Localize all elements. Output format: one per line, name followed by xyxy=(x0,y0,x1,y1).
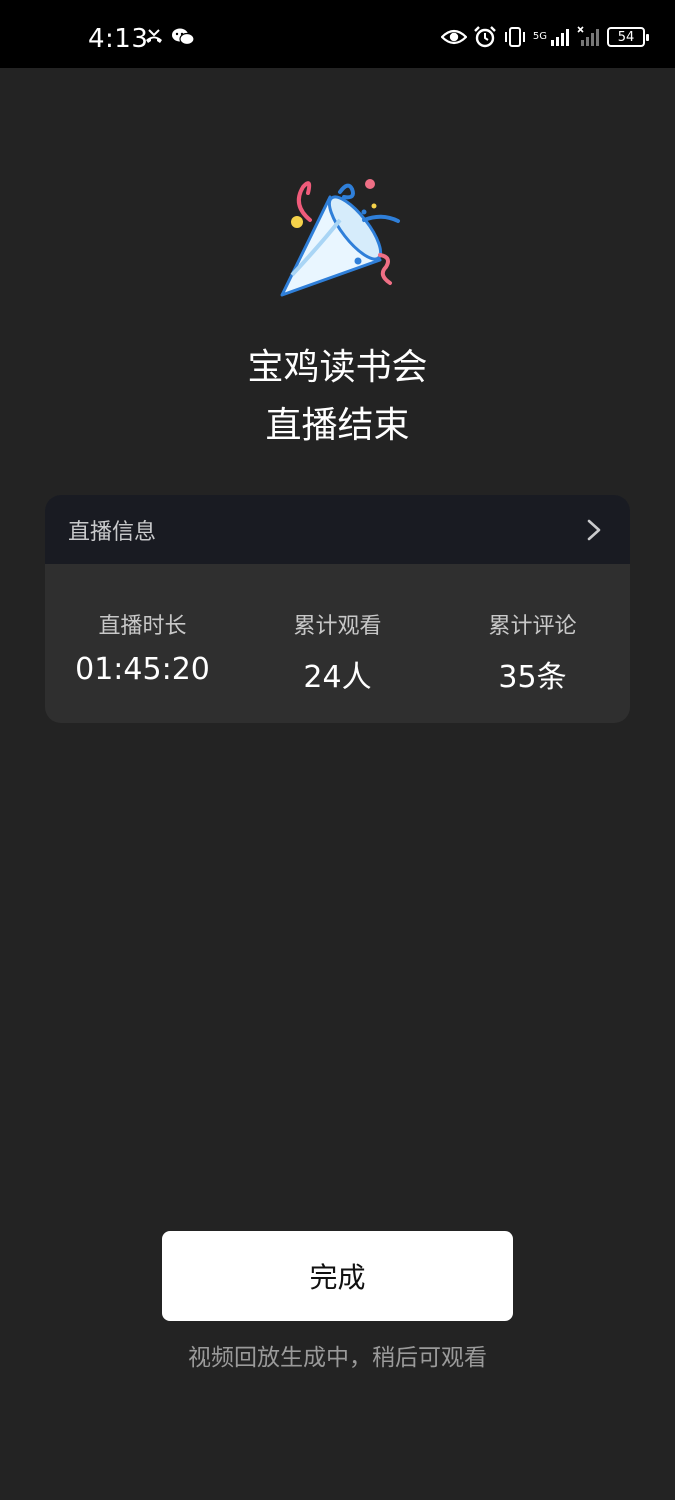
stat-value: 24人 xyxy=(303,660,372,695)
signal-5g-icon xyxy=(551,29,569,46)
stat-value: 01:45:20 xyxy=(75,652,210,687)
network-label: 5G xyxy=(532,31,547,42)
stat-label: 直播时长 xyxy=(98,614,187,639)
status-right-icons: 5G 54 xyxy=(440,26,649,48)
stat-viewers: 累计观看 24人 xyxy=(240,564,435,723)
live-info-header[interactable]: 直播信息 xyxy=(45,495,630,564)
chevron-right-icon xyxy=(587,519,601,540)
live-stats: 直播时长 01:45:20 累计观看 24人 累计评论 35条 xyxy=(45,564,630,723)
page-subtitle: 直播结束 xyxy=(265,405,410,446)
done-button[interactable]: 完成 xyxy=(162,1231,513,1321)
signal-icon xyxy=(577,26,599,46)
missed-call-icon xyxy=(146,29,162,43)
stat-duration: 直播时长 01:45:20 xyxy=(45,564,240,723)
eye-icon xyxy=(440,29,467,45)
status-time: 4:13 xyxy=(88,24,149,54)
page-title: 宝鸡读书会 xyxy=(247,347,428,388)
replay-note: 视频回放生成中，稍后可观看 xyxy=(188,1345,487,1371)
status-left-icons xyxy=(143,26,195,48)
alarm-icon xyxy=(474,26,496,48)
stat-label: 累计评论 xyxy=(488,614,577,639)
stat-label: 累计观看 xyxy=(293,614,382,639)
stat-value: 35条 xyxy=(498,660,567,695)
status-bar: 4:13 5G 54 xyxy=(0,0,675,68)
live-info-title: 直播信息 xyxy=(68,519,157,545)
stat-comments: 累计评论 35条 xyxy=(435,564,630,723)
party-popper-icon xyxy=(280,179,400,297)
live-info-card: 直播信息 直播时长 01:45:20 累计观看 24人 累计评论 35条 xyxy=(45,495,630,723)
vibrate-icon xyxy=(504,27,525,47)
battery-indicator: 54 xyxy=(607,27,649,47)
wechat-icon xyxy=(172,28,195,46)
